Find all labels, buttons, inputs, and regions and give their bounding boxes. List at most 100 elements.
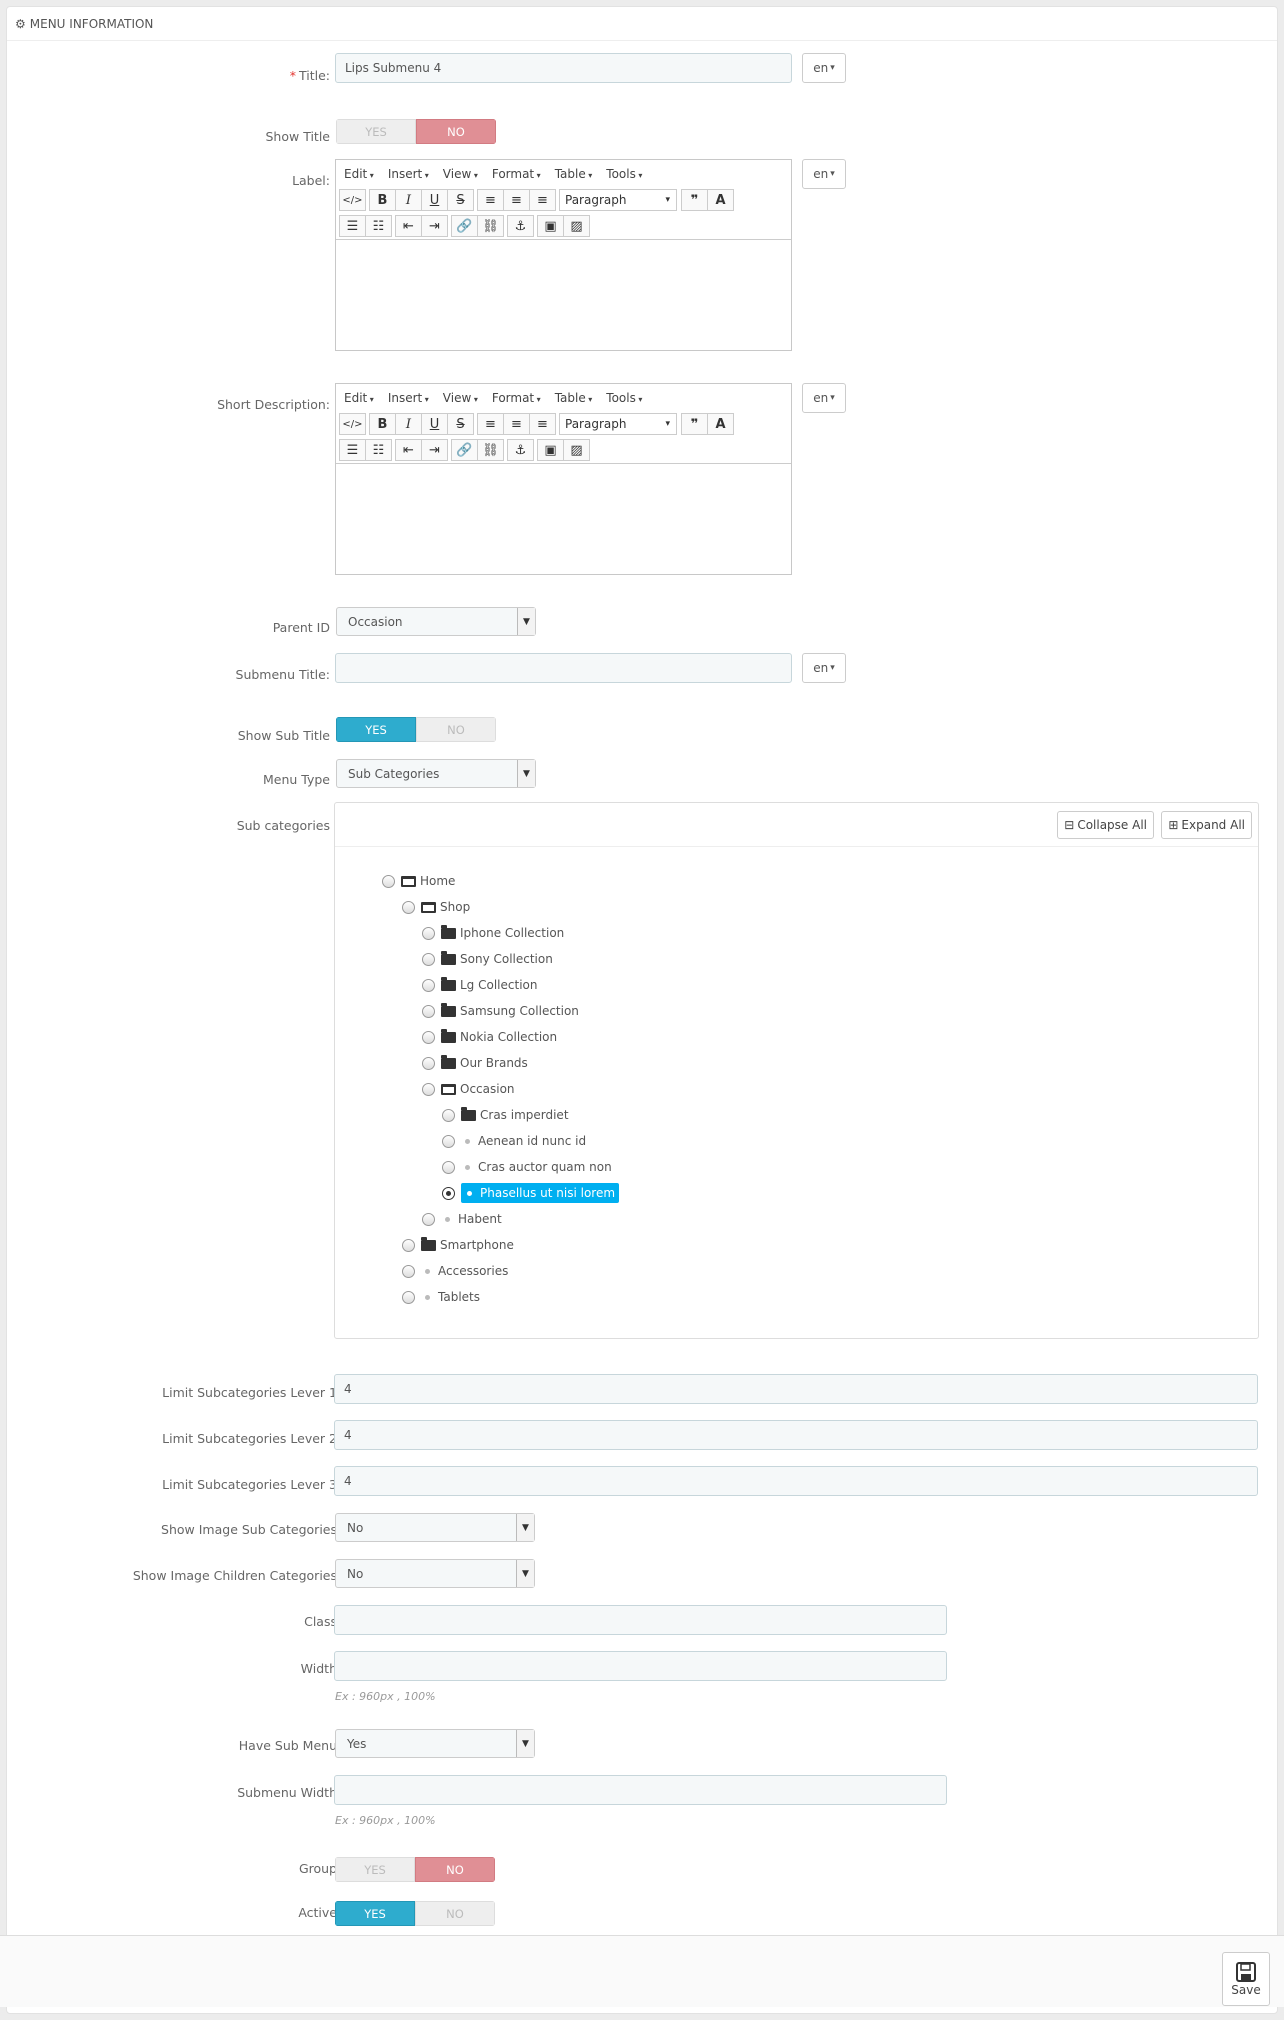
menu-tools[interactable]: Tools xyxy=(606,391,642,405)
show-sub-title-yes[interactable]: YES xyxy=(336,717,416,742)
show-image-sub-select[interactable]: No ▼ xyxy=(335,1513,535,1542)
label-editor-content[interactable] xyxy=(336,239,791,343)
menu-view[interactable]: View xyxy=(443,391,478,405)
text-color-icon[interactable]: A xyxy=(707,413,734,435)
bold-icon[interactable]: B xyxy=(369,413,396,435)
save-button[interactable]: Save xyxy=(1222,1952,1270,2006)
anchor-icon[interactable]: ⚓ xyxy=(507,215,534,237)
menu-table[interactable]: Table xyxy=(555,391,593,405)
menu-table[interactable]: Table xyxy=(555,167,593,181)
underline-icon[interactable]: U xyxy=(421,189,448,211)
short-description-editor-content[interactable] xyxy=(336,463,791,567)
limit-lever-2-input[interactable]: 4 xyxy=(334,1420,1258,1450)
menu-format[interactable]: Format xyxy=(492,391,541,405)
title-input[interactable]: Lips Submenu 4 xyxy=(335,53,792,83)
source-code-icon[interactable]: </> xyxy=(339,189,366,211)
tree-node[interactable]: Iphone Collection xyxy=(422,923,564,943)
align-left-icon[interactable]: ≡ xyxy=(477,189,504,211)
outdent-icon[interactable]: ⇤ xyxy=(395,439,422,461)
submenu-title-language-button[interactable]: en ▾ xyxy=(802,653,846,683)
indent-icon[interactable]: ⇥ xyxy=(421,439,448,461)
blockquote-icon[interactable]: ❞ xyxy=(681,413,708,435)
active-switch[interactable]: YES NO xyxy=(335,1901,495,1926)
expand-all-button[interactable]: ⊞ Expand All xyxy=(1161,811,1252,839)
limit-lever-1-input[interactable]: 4 xyxy=(334,1374,1258,1404)
bullet-list-icon[interactable]: ☰ xyxy=(339,215,366,237)
active-no[interactable]: NO xyxy=(415,1901,495,1926)
image-icon[interactable]: ▨ xyxy=(563,215,590,237)
menu-insert[interactable]: Insert xyxy=(388,167,429,181)
tree-node-radio[interactable] xyxy=(382,874,395,888)
numbered-list-icon[interactable]: ☷ xyxy=(365,439,392,461)
anchor-icon[interactable]: ⚓ xyxy=(507,439,534,461)
tree-node-radio[interactable] xyxy=(422,1030,435,1044)
tree-node-radio[interactable] xyxy=(402,1238,415,1252)
label-language-button[interactable]: en ▾ xyxy=(802,159,846,189)
show-title-switch[interactable]: YES NO xyxy=(336,119,496,144)
class-input[interactable] xyxy=(334,1605,947,1635)
group-switch[interactable]: YES NO xyxy=(335,1857,495,1882)
tree-node[interactable]: Nokia Collection xyxy=(422,1027,557,1047)
source-code-icon[interactable]: </> xyxy=(339,413,366,435)
menu-tools[interactable]: Tools xyxy=(606,167,642,181)
title-language-button[interactable]: en ▾ xyxy=(802,53,846,83)
tree-node-radio[interactable] xyxy=(402,1290,415,1304)
unlink-icon[interactable]: ⛓ xyxy=(477,215,504,237)
show-title-no[interactable]: NO xyxy=(416,119,496,144)
tree-node[interactable]: Home xyxy=(382,871,455,891)
tree-node[interactable]: Sony Collection xyxy=(422,949,553,969)
tree-node-radio[interactable] xyxy=(442,1108,455,1122)
paragraph-format-select[interactable]: Paragraph xyxy=(559,189,677,211)
blockquote-icon[interactable]: ❞ xyxy=(681,189,708,211)
tree-node-radio[interactable] xyxy=(442,1134,455,1148)
tree-node[interactable]: Accessories xyxy=(402,1261,508,1281)
link-icon[interactable]: 🔗 xyxy=(451,215,478,237)
tree-node-radio[interactable] xyxy=(422,926,435,940)
menu-edit[interactable]: Edit xyxy=(344,391,374,405)
show-sub-title-no[interactable]: NO xyxy=(416,717,496,742)
menu-format[interactable]: Format xyxy=(492,167,541,181)
bold-icon[interactable]: B xyxy=(369,189,396,211)
italic-icon[interactable]: I xyxy=(395,189,422,211)
tree-node-radio[interactable] xyxy=(422,952,435,966)
strikethrough-icon[interactable]: S xyxy=(447,189,474,211)
bullet-list-icon[interactable]: ☰ xyxy=(339,439,366,461)
active-yes[interactable]: YES xyxy=(335,1901,415,1926)
tree-node[interactable]: Lg Collection xyxy=(422,975,537,995)
menu-insert[interactable]: Insert xyxy=(388,391,429,405)
show-title-yes[interactable]: YES xyxy=(336,119,416,144)
tree-node[interactable]: Phasellus ut nisi lorem xyxy=(442,1183,620,1203)
submenu-title-input[interactable] xyxy=(335,653,792,683)
menu-view[interactable]: View xyxy=(443,167,478,181)
italic-icon[interactable]: I xyxy=(395,413,422,435)
collapse-all-button[interactable]: ⊟ Collapse All xyxy=(1057,811,1154,839)
strikethrough-icon[interactable]: S xyxy=(447,413,474,435)
tree-node-radio[interactable] xyxy=(422,978,435,992)
align-right-icon[interactable]: ≡ xyxy=(529,189,556,211)
link-icon[interactable]: 🔗 xyxy=(451,439,478,461)
image-icon[interactable]: ▨ xyxy=(563,439,590,461)
tree-node[interactable]: Occasion xyxy=(422,1079,515,1099)
short-description-editor[interactable]: Edit Insert View Format Table Tools </> … xyxy=(335,383,792,575)
submenu-width-input[interactable] xyxy=(334,1775,947,1805)
tree-node[interactable]: Habent xyxy=(422,1209,502,1229)
tree-node-radio[interactable] xyxy=(442,1186,455,1200)
numbered-list-icon[interactable]: ☷ xyxy=(365,215,392,237)
media-icon[interactable]: ▣ xyxy=(537,439,564,461)
unlink-icon[interactable]: ⛓ xyxy=(477,439,504,461)
paragraph-format-select[interactable]: Paragraph xyxy=(559,413,677,435)
parent-id-select[interactable]: Occasion ▼ xyxy=(336,607,536,636)
have-sub-menu-select[interactable]: Yes ▼ xyxy=(335,1729,535,1758)
tree-node-radio[interactable] xyxy=(402,900,415,914)
tree-node[interactable]: Samsung Collection xyxy=(422,1001,579,1021)
group-yes[interactable]: YES xyxy=(335,1857,415,1882)
tree-node-radio[interactable] xyxy=(402,1264,415,1278)
media-icon[interactable]: ▣ xyxy=(537,215,564,237)
tree-node[interactable]: Tablets xyxy=(402,1287,480,1307)
tree-node[interactable]: Our Brands xyxy=(422,1053,528,1073)
align-center-icon[interactable]: ≡ xyxy=(503,189,530,211)
indent-icon[interactable]: ⇥ xyxy=(421,215,448,237)
menu-type-select[interactable]: Sub Categories ▼ xyxy=(336,759,536,788)
tree-node-radio[interactable] xyxy=(422,1212,435,1226)
show-sub-title-switch[interactable]: YES NO xyxy=(336,717,496,742)
